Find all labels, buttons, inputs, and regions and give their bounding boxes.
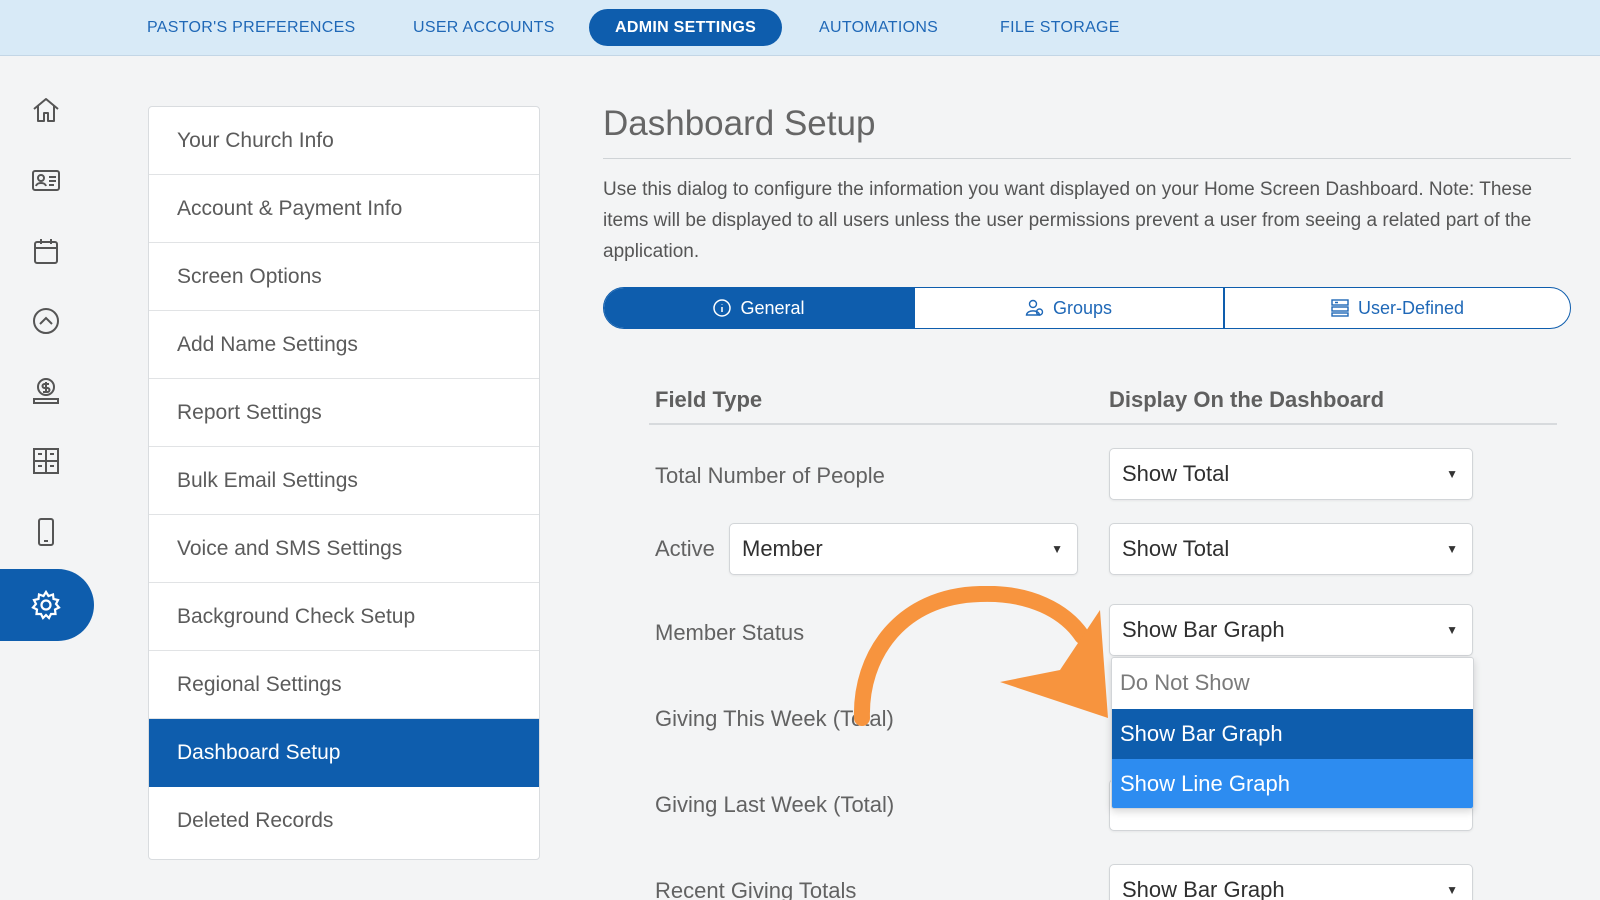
select-recent-giving[interactable]: Show Bar Graph ▼: [1109, 864, 1473, 900]
label-member-status: Member Status: [655, 620, 805, 645]
chevron-down-icon: ▼: [1446, 623, 1458, 637]
chevron-down-icon: ▼: [1446, 883, 1458, 897]
select-recent-giving-value: Show Bar Graph: [1122, 877, 1285, 900]
label-total-people: Total Number of People: [655, 463, 885, 488]
info-icon: [713, 299, 732, 317]
tab-general[interactable]: General: [604, 288, 913, 328]
tab-groups[interactable]: Groups: [914, 288, 1223, 328]
menu-item-report-settings[interactable]: Report Settings: [149, 379, 539, 447]
menu-item-dashboard-setup[interactable]: Dashboard Setup: [149, 719, 539, 787]
select-active-display[interactable]: Show Total ▼: [1109, 523, 1473, 575]
giving-hand-icon[interactable]: [26, 371, 66, 411]
option-show-line-graph[interactable]: Show Line Graph: [1112, 759, 1473, 808]
menu-item-voice-sms[interactable]: Voice and SMS Settings: [149, 515, 539, 583]
select-active-display-value: Show Total: [1122, 536, 1230, 561]
label-giving-last-week: Giving Last Week (Total): [655, 792, 895, 817]
settings-menu: Your Church Info Account & Payment Info …: [148, 106, 540, 860]
contact-card-icon[interactable]: [26, 160, 66, 200]
header-divider: [649, 423, 1557, 425]
menu-item-regional[interactable]: Regional Settings: [149, 651, 539, 719]
tab-pastors-preferences[interactable]: PASTOR'S PREFERENCES: [147, 9, 356, 46]
annotation-arrow: [853, 586, 1108, 726]
menu-item-deleted-records[interactable]: Deleted Records: [149, 787, 539, 855]
label-recent-giving: Recent Giving Totals: [655, 878, 857, 900]
menu-item-bulk-email[interactable]: Bulk Email Settings: [149, 447, 539, 515]
label-active: Active: [655, 536, 715, 561]
gear-icon[interactable]: [26, 585, 66, 625]
tab-file-storage[interactable]: FILE STORAGE: [1000, 9, 1120, 46]
home-icon[interactable]: [26, 90, 66, 130]
chevron-down-icon: ▼: [1446, 542, 1458, 556]
chevron-down-icon: ▼: [1051, 542, 1063, 556]
calendar-icon[interactable]: [26, 231, 66, 271]
menu-item-church-info[interactable]: Your Church Info: [149, 107, 539, 175]
section-tabs: General Groups User-Defined: [603, 287, 1571, 329]
title-divider: [603, 158, 1571, 159]
select-active-filter[interactable]: Member ▼: [729, 523, 1078, 575]
menu-item-add-name[interactable]: Add Name Settings: [149, 311, 539, 379]
column-field-type: Field Type: [655, 387, 763, 412]
groups-icon: [1025, 299, 1044, 316]
tab-automations[interactable]: AUTOMATIONS: [819, 9, 938, 46]
mobile-icon[interactable]: [26, 512, 66, 552]
tab-user-accounts[interactable]: USER ACCOUNTS: [413, 9, 555, 46]
tab-user-defined-label: User-Defined: [1357, 298, 1465, 318]
select-total-people-value: Show Total: [1122, 461, 1230, 486]
select-member-status-value: Show Bar Graph: [1122, 617, 1285, 642]
tab-groups-label: Groups: [1052, 298, 1113, 318]
select-total-people[interactable]: Show Total ▼: [1109, 448, 1473, 500]
column-display: Display On the Dashboard: [1109, 387, 1385, 412]
page-description: Use this dialog to configure the informa…: [603, 179, 1533, 262]
menu-item-background-check[interactable]: Background Check Setup: [149, 583, 539, 651]
page-title: Dashboard Setup: [603, 104, 876, 143]
chevron-up-circle-icon[interactable]: [26, 301, 66, 341]
top-nav: PASTOR'S PREFERENCES USER ACCOUNTS ADMIN…: [0, 0, 1600, 56]
select-member-status[interactable]: Show Bar Graph ▼: [1109, 604, 1473, 656]
tab-admin-settings[interactable]: ADMIN SETTINGS: [589, 9, 783, 46]
menu-item-screen-options[interactable]: Screen Options: [149, 243, 539, 311]
member-status-dropdown: Do Not Show Show Bar Graph Show Line Gra…: [1111, 657, 1474, 809]
grid-icon[interactable]: [26, 441, 66, 481]
option-do-not-show[interactable]: Do Not Show: [1112, 658, 1473, 708]
select-active-filter-value: Member: [742, 536, 823, 561]
tab-general-label: General: [740, 298, 805, 318]
tab-user-defined[interactable]: User-Defined: [1224, 288, 1570, 328]
chevron-down-icon: ▼: [1446, 467, 1458, 481]
menu-item-account-payment[interactable]: Account & Payment Info: [149, 175, 539, 243]
list-icon: [1331, 299, 1349, 317]
option-show-bar-graph[interactable]: Show Bar Graph: [1112, 709, 1473, 759]
